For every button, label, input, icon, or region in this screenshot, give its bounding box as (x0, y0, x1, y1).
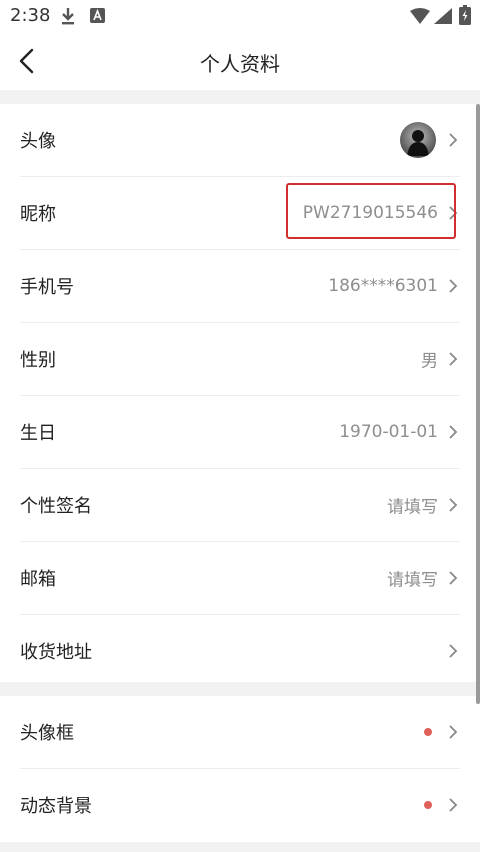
row-address[interactable]: 收货地址 (20, 615, 460, 687)
chevron-right-icon (449, 133, 458, 147)
wifi-icon (410, 8, 430, 24)
new-badge-dot (424, 801, 432, 809)
row-signature[interactable]: 个性签名 请填写 (20, 469, 460, 542)
gender-value: 男 (421, 351, 438, 372)
row-label: 收货地址 (20, 642, 92, 663)
row-birthday[interactable]: 生日 1970-01-01 (20, 396, 460, 469)
row-gender[interactable]: 性别 男 (20, 323, 460, 396)
profile-page: 2:38 个人资料 头像 昵称 PW2719015546 手机号 186****… (0, 0, 480, 852)
chevron-right-icon (449, 279, 458, 293)
nickname-highlight-box (286, 183, 456, 239)
row-label: 生日 (20, 423, 56, 444)
app-header: 个人资料 (0, 32, 480, 90)
chevron-right-icon (449, 571, 458, 585)
new-badge-dot (424, 728, 432, 736)
row-label: 昵称 (20, 204, 56, 225)
status-time: 2:38 (10, 5, 51, 26)
birthday-value: 1970-01-01 (339, 422, 438, 442)
row-label: 头像框 (20, 723, 74, 744)
row-avatar[interactable]: 头像 (20, 104, 460, 177)
section-divider (0, 682, 480, 696)
row-dynamic-background[interactable]: 动态背景 (20, 769, 460, 841)
chevron-right-icon (449, 798, 458, 812)
bottom-divider (0, 842, 480, 852)
row-phone[interactable]: 手机号 186****6301 (20, 250, 460, 323)
chevron-right-icon (449, 352, 458, 366)
page-title: 个人资料 (200, 52, 280, 76)
avatar (400, 122, 436, 158)
battery-charging-icon (459, 5, 471, 25)
extras-list: 头像框 动态背景 (0, 696, 480, 841)
row-label: 头像 (20, 131, 56, 152)
chevron-right-icon (449, 425, 458, 439)
phone-value: 186****6301 (328, 276, 438, 296)
row-label: 动态背景 (20, 796, 92, 817)
avatar-silhouette-icon (407, 130, 429, 156)
a-badge-icon (90, 8, 105, 23)
signal-icon (434, 8, 452, 24)
scrollbar[interactable] (476, 104, 480, 704)
email-value: 请填写 (387, 570, 438, 591)
signature-value: 请填写 (387, 497, 438, 518)
status-bar: 2:38 (0, 0, 480, 32)
section-divider (0, 90, 480, 104)
row-label: 个性签名 (20, 496, 92, 517)
row-label: 邮箱 (20, 569, 56, 590)
row-label: 性别 (20, 350, 56, 371)
chevron-right-icon (449, 498, 458, 512)
chevron-right-icon (449, 644, 458, 658)
row-email[interactable]: 邮箱 请填写 (20, 542, 460, 615)
download-icon (62, 8, 74, 25)
row-label: 手机号 (20, 277, 74, 298)
chevron-right-icon (449, 725, 458, 739)
row-avatar-frame[interactable]: 头像框 (20, 696, 460, 769)
